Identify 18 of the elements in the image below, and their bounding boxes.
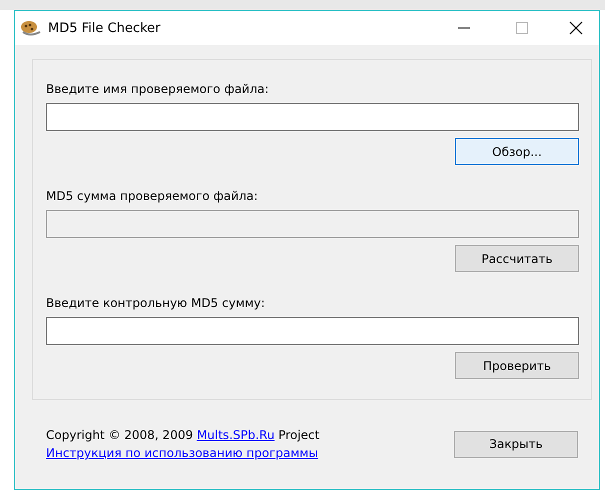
close-icon[interactable] [569,21,583,35]
copyright-text-suffix: Project [278,428,320,442]
field-label: Введите имя проверяемого файла: [46,82,270,96]
app-icon [20,19,42,37]
site-link[interactable]: Mults.SPb.Ru [196,428,275,442]
action-button[interactable]: Рассчитать [455,245,579,272]
input-field[interactable] [46,103,579,131]
minimize-icon[interactable] [458,27,470,29]
window-title: MD5 File Checker [48,20,162,36]
help-link[interactable]: Инструкция по использованию программы [46,446,320,460]
action-button[interactable]: Проверить [455,352,579,379]
field-label: Введите контрольную MD5 сумму: [46,296,266,310]
input-field[interactable] [46,210,579,238]
action-button[interactable]: Обзор... [455,138,579,165]
copyright-text: Copyright © 2008, 2009 [46,428,193,442]
close-dialog-button[interactable]: Закрыть [454,430,578,458]
input-field[interactable] [46,317,579,345]
field-label: MD5 сумма проверяемого файла: [46,189,259,203]
